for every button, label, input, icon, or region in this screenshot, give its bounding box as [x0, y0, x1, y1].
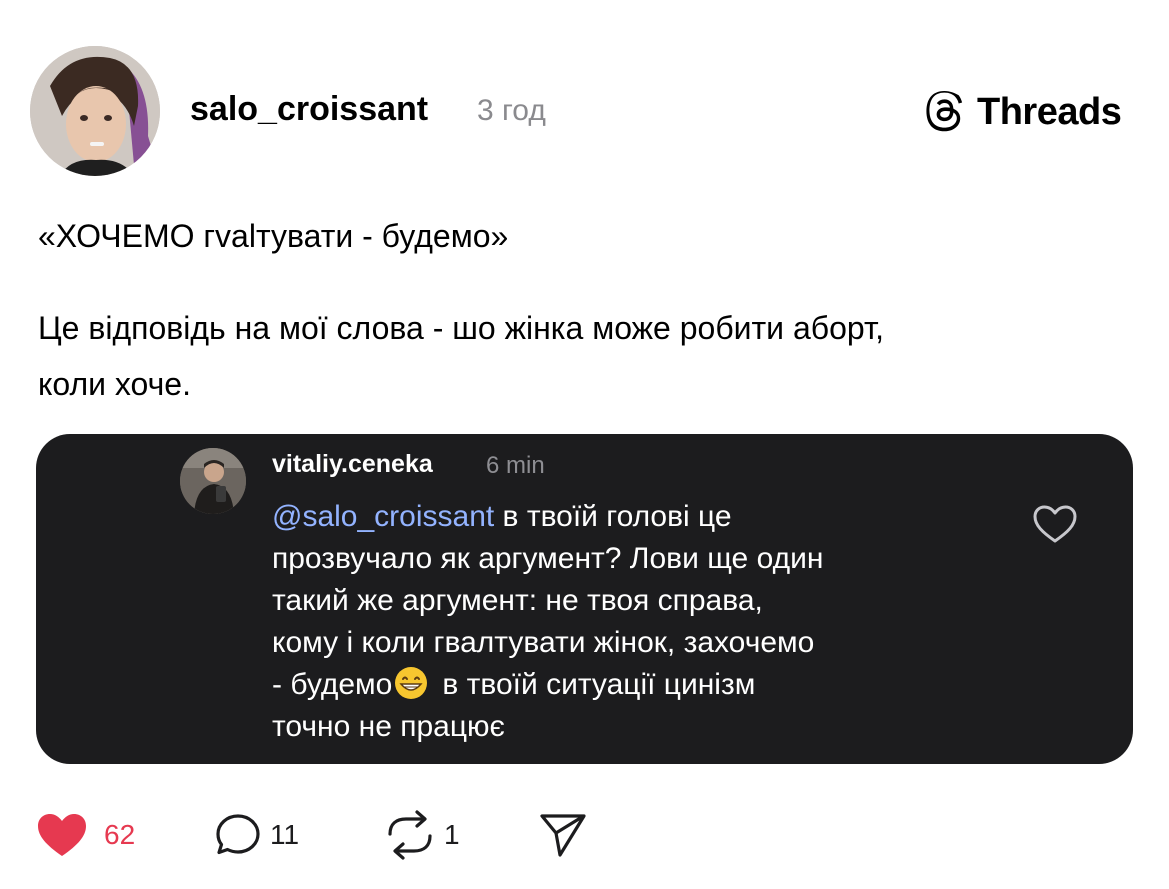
- threads-brand: Threads: [925, 89, 1122, 135]
- author-username[interactable]: salo_croissant: [190, 90, 428, 129]
- repost-icon: [388, 810, 432, 860]
- embedded-comment-screenshot[interactable]: vitaliy.ceneka 6 min @salo_croissant в т…: [36, 434, 1133, 764]
- grinning-emoji-icon: [395, 667, 428, 699]
- share-icon: [540, 814, 586, 857]
- comment-line: такий же аргумент: не твоя справа,: [272, 584, 763, 617]
- post-body-line: коли хоче.: [38, 366, 191, 402]
- comment-line-text: в твоїй голові це: [494, 500, 732, 533]
- comment-line: кому і коли гвалтувати жінок, захочемо: [272, 626, 815, 659]
- comment-line-text: в твоїй ситуації цинізм: [442, 668, 756, 701]
- comment-icon: [216, 814, 260, 855]
- threads-wordmark: Threads: [977, 90, 1122, 133]
- comment-timestamp: 6 min: [486, 452, 545, 479]
- comment-line: прозвучало як аргумент? Лови ще один: [272, 542, 824, 575]
- reply-button[interactable]: 11: [214, 810, 299, 860]
- repost-count: 1: [444, 819, 460, 850]
- repost-button[interactable]: 1: [382, 810, 460, 860]
- commenter-username: vitaliy.ceneka: [272, 450, 433, 478]
- comment-line: - будемо в твоїй ситуації цинізм: [272, 664, 1032, 706]
- post-body: Це відповідь на мої слова - шо жінка мож…: [38, 300, 1138, 412]
- share-button[interactable]: [538, 810, 588, 860]
- heart-filled-icon: [38, 814, 86, 856]
- comment-line: точно не працює: [272, 710, 505, 743]
- post-timestamp: 3 год: [477, 94, 546, 127]
- comment-line: @salo_croissant в твоїй голові це: [272, 496, 1032, 538]
- like-button[interactable]: 62: [36, 810, 135, 860]
- reply-count: 11: [270, 819, 300, 850]
- like-count: 62: [104, 819, 136, 850]
- commenter-avatar: [180, 448, 246, 514]
- mention-link: @salo_croissant: [272, 500, 495, 533]
- comment-line-text: - будемо: [272, 668, 393, 701]
- heart-outline-icon: [1033, 505, 1077, 543]
- post-title: «ХОЧЕМО гvalтувати - будемо»: [38, 218, 509, 254]
- comment-text: @salo_croissant в твоїй голові це прозву…: [272, 496, 1032, 748]
- post-body-line: Це відповідь на мої слова - шо жінка мож…: [38, 310, 884, 346]
- author-avatar[interactable]: [30, 46, 160, 176]
- post-action-bar: 62 11 1: [0, 800, 1169, 870]
- threads-logo-icon: [926, 91, 963, 132]
